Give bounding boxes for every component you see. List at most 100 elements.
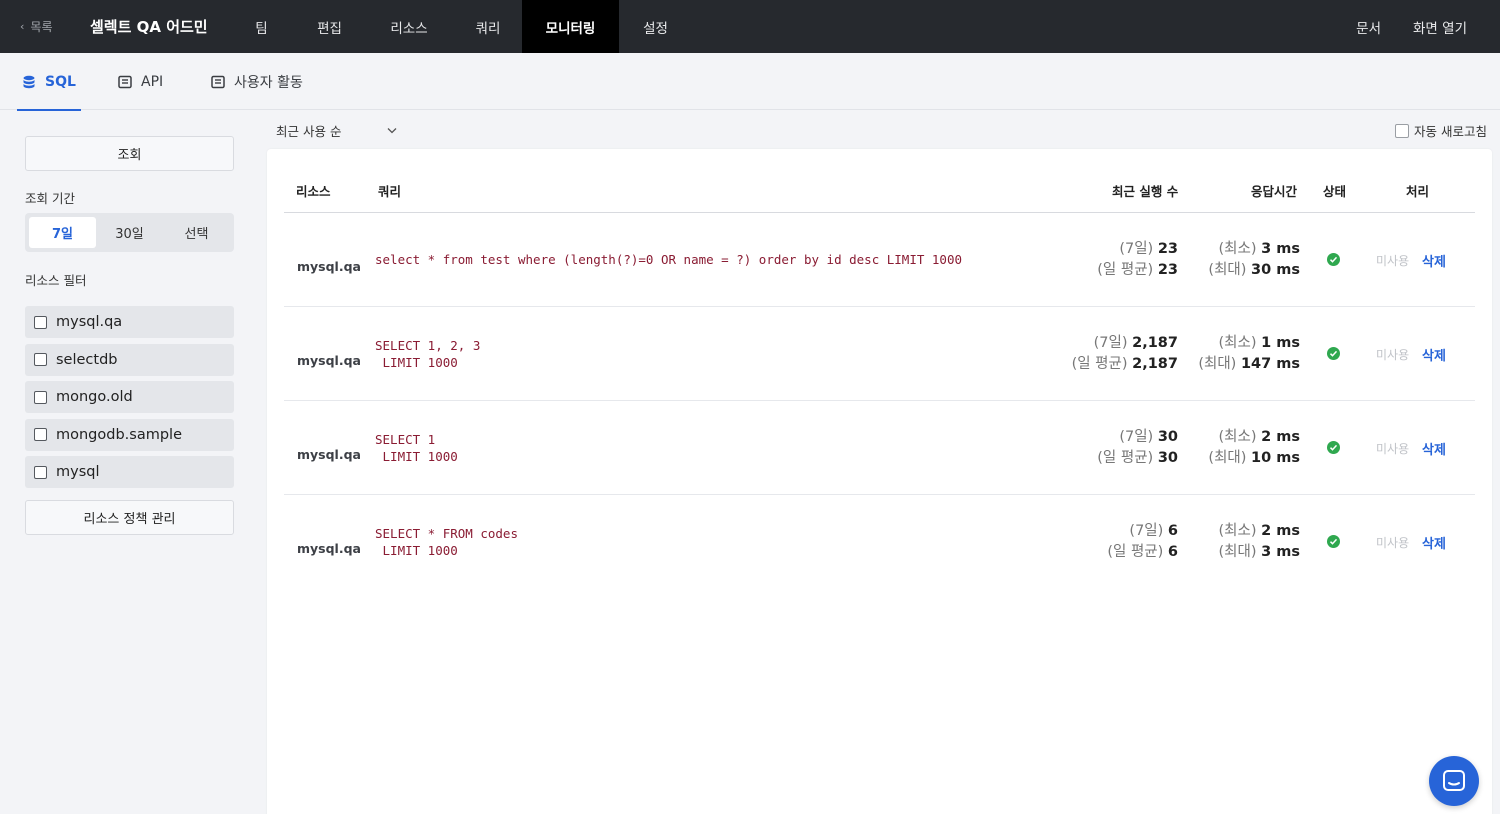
tab-sql-label: SQL xyxy=(45,73,76,90)
row-response-times: (최소) 3 ms (최대) 30 ms xyxy=(1208,239,1300,281)
filter-checkbox[interactable] xyxy=(34,428,47,441)
runs-7d-value: 6 xyxy=(1167,523,1178,539)
nav-item-settings[interactable]: 설정 xyxy=(619,0,692,53)
period-selector: 7일 30일 선택 xyxy=(25,213,234,252)
nav-item-edit[interactable]: 편집 xyxy=(295,0,364,53)
chat-launcher-button[interactable] xyxy=(1429,756,1479,806)
min-value: 2 ms xyxy=(1261,429,1300,445)
nav-item-query[interactable]: 쿼리 xyxy=(454,0,522,53)
period-7d[interactable]: 7일 xyxy=(29,217,96,248)
resource-filter-list: mysql.qa selectdb mongo.old mongodb.samp… xyxy=(25,306,234,488)
row-resource: mysql.qa xyxy=(297,353,361,368)
runs-7d-label: (7일) xyxy=(1119,429,1154,445)
min-label: (최소) xyxy=(1218,429,1257,445)
api-icon xyxy=(118,75,132,88)
delete-button[interactable]: 삭제 xyxy=(1422,439,1446,458)
chat-icon xyxy=(1443,770,1465,791)
unused-label: 미사용 xyxy=(1376,442,1410,456)
runs-7d-value: 2,187 xyxy=(1132,335,1178,351)
sort-dropdown[interactable]: 최근 사용 순 xyxy=(276,121,397,140)
filter-item[interactable]: mongo.old xyxy=(25,381,234,413)
min-value: 3 ms xyxy=(1261,241,1300,257)
delete-button[interactable]: 삭제 xyxy=(1422,251,1446,270)
max-value: 10 ms xyxy=(1251,450,1300,466)
row-run-counts: (7일) 2,187 (일 평균) 2,187 xyxy=(1072,333,1178,375)
period-custom[interactable]: 선택 xyxy=(163,217,230,248)
max-value: 30 ms xyxy=(1251,262,1300,278)
runs-7d-label: (7일) xyxy=(1129,523,1164,539)
filter-checkbox[interactable] xyxy=(34,315,47,329)
nav-item-resources[interactable]: 리소스 xyxy=(364,0,454,53)
app-title: 셀렉트 QA 어드민 xyxy=(90,18,208,36)
row-resource: mysql.qa xyxy=(297,541,361,556)
runs-avg-value: 6 xyxy=(1167,544,1178,560)
delete-button[interactable]: 삭제 xyxy=(1422,533,1446,552)
query-line: SELECT 1 xyxy=(375,432,436,447)
runs-avg-value: 23 xyxy=(1157,262,1178,278)
nav-item-docs[interactable]: 문서 xyxy=(1340,0,1397,53)
unused-label: 미사용 xyxy=(1376,348,1410,362)
search-button[interactable]: 조회 xyxy=(25,136,234,171)
runs-7d-value: 23 xyxy=(1157,241,1178,257)
filter-label: selectdb xyxy=(56,351,118,368)
tab-api[interactable]: API xyxy=(118,53,163,110)
filter-checkbox[interactable] xyxy=(34,353,47,366)
filter-item[interactable]: mongodb.sample xyxy=(25,418,234,451)
resource-policy-button[interactable]: 리소스 정책 관리 xyxy=(25,500,234,535)
chevron-left-icon: ‹ xyxy=(20,20,25,33)
filter-item[interactable]: mysql xyxy=(25,456,234,488)
runs-7d-label: (7일) xyxy=(1093,335,1128,351)
unused-label: 미사용 xyxy=(1376,254,1410,268)
row-query: SELECT 1, 2, 3 LIMIT 1000 xyxy=(375,337,480,371)
filter-label: mysql.qa xyxy=(56,314,123,330)
nav-item-open-screen[interactable]: 화면 열기 xyxy=(1397,0,1500,53)
filter-checkbox[interactable] xyxy=(34,390,47,404)
col-resource: 리소스 xyxy=(296,184,331,199)
runs-avg-value: 2,187 xyxy=(1132,356,1178,372)
filter-checkbox[interactable] xyxy=(34,465,47,479)
tab-sql[interactable]: SQL xyxy=(17,53,81,111)
tab-api-label: API xyxy=(141,73,164,90)
filter-item[interactable]: selectdb xyxy=(25,343,234,376)
runs-avg-value: 30 xyxy=(1157,450,1178,466)
row-response-times: (최소) 1 ms (최대) 147 ms xyxy=(1198,333,1300,375)
max-label: (최대) xyxy=(1198,356,1237,372)
row-query: SELECT 1 LIMIT 1000 xyxy=(375,431,458,465)
nav-item-monitoring[interactable]: 모니터링 xyxy=(522,0,619,53)
max-label: (최대) xyxy=(1218,544,1257,560)
sort-value: 최근 사용 순 xyxy=(276,124,342,139)
delete-button[interactable]: 삭제 xyxy=(1422,345,1446,364)
tab-user-activity[interactable]: 사용자 활동 xyxy=(211,53,303,110)
filter-item[interactable]: mysql.qa xyxy=(25,306,234,338)
row-query: select * from test where (length(?)=0 OR… xyxy=(375,251,962,268)
database-icon xyxy=(23,75,35,88)
auto-refresh-checkbox[interactable] xyxy=(1395,123,1410,138)
query-line: SELECT * FROM codes xyxy=(375,526,518,541)
table-row: mysql.qa SELECT 1 LIMIT 1000 (7일) 30 (일 … xyxy=(284,401,1475,495)
query-line: SELECT 1, 2, 3 xyxy=(375,338,481,353)
top-nav: ‹ 목록 셀렉트 QA 어드민 팀 편집 리소스 쿼리 모니터링 설정 문서 화… xyxy=(0,0,1500,53)
row-resource: mysql.qa xyxy=(297,259,361,274)
unused-label: 미사용 xyxy=(1376,536,1410,550)
row-response-times: (최소) 2 ms (최대) 10 ms xyxy=(1208,427,1300,469)
nav-right: 문서 화면 열기 xyxy=(1340,0,1500,53)
tab-user-activity-label: 사용자 활동 xyxy=(234,74,303,91)
filter-label: mongodb.sample xyxy=(56,426,182,443)
row-response-times: (최소) 2 ms (최대) 3 ms xyxy=(1219,521,1301,563)
filter-label: mongo.old xyxy=(56,389,133,405)
status-ok-icon xyxy=(1327,535,1340,548)
status-ok-icon xyxy=(1327,347,1340,360)
chevron-down-icon xyxy=(387,128,397,134)
max-value: 147 ms xyxy=(1240,356,1300,372)
row-resource: mysql.qa xyxy=(297,447,361,462)
back-link[interactable]: ‹ 목록 xyxy=(20,18,90,35)
back-label: 목록 xyxy=(30,20,53,34)
max-label: (최대) xyxy=(1208,262,1247,278)
runs-avg-label: (일 평균) xyxy=(1097,450,1154,466)
auto-refresh-toggle[interactable]: 자동 새로고침 xyxy=(1395,121,1487,140)
col-recent-runs: 최근 실행 수 xyxy=(1112,184,1179,199)
max-label: (최대) xyxy=(1208,450,1247,466)
table-row: mysql.qa SELECT 1, 2, 3 LIMIT 1000 (7일) … xyxy=(284,307,1475,401)
nav-item-team[interactable]: 팀 xyxy=(228,0,295,53)
period-30d[interactable]: 30일 xyxy=(96,217,163,248)
